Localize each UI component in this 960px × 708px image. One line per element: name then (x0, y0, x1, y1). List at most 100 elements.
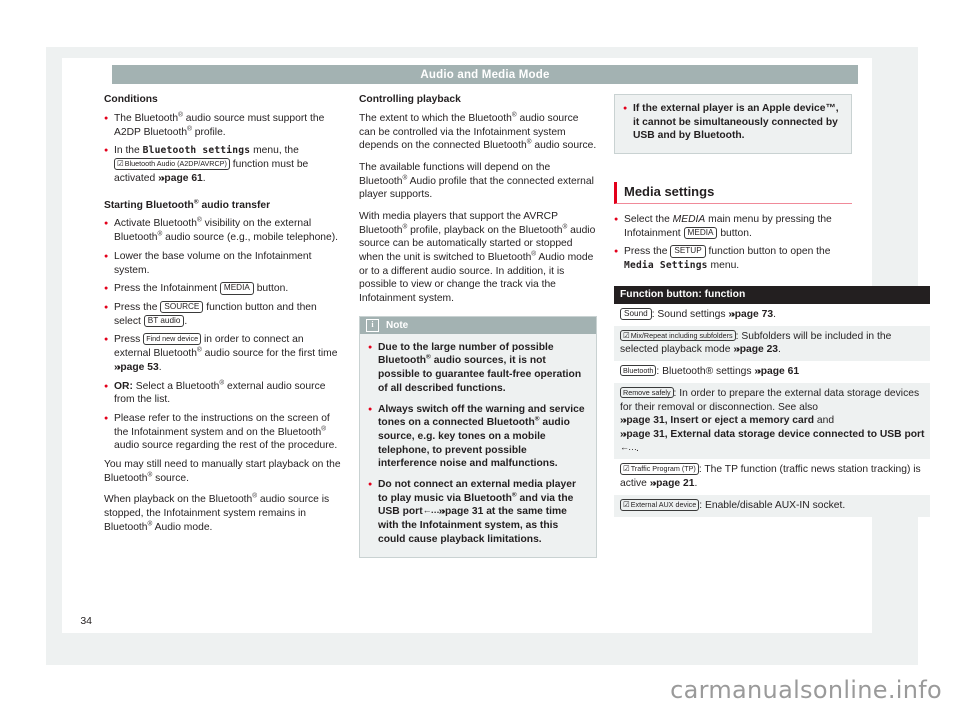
checkbox-icon: ☑ (623, 330, 630, 340)
paragraph-available-functions: The available functions will depend on t… (359, 161, 597, 202)
find-new-device-chip[interactable]: Find new device (143, 333, 202, 345)
text-run: . (184, 315, 188, 327)
bt-audio-button-chip[interactable]: BT audio (143, 314, 185, 328)
list-item: Due to the large number of possible Blue… (368, 341, 588, 396)
right-column: If the external player is an Apple devic… (614, 94, 931, 558)
page-reference: »› page 61 (158, 172, 203, 184)
page-ref-label: page 61 (760, 366, 800, 378)
text-run: . (694, 478, 698, 490)
sound-button-chip[interactable]: Sound (620, 307, 652, 321)
text-run: button. (253, 283, 289, 295)
starting-bullet-list: Activate Bluetooth® visibility on the ex… (104, 217, 342, 453)
text-run: Press the (114, 301, 161, 313)
page-ref-label: page 23 (739, 344, 779, 356)
media-settings-bullet-list: Select the MEDIA main menu by pressing t… (614, 213, 852, 273)
page-ref-label: page 31, Insert or eject a memory card (626, 415, 815, 427)
page-reference: »› page 31 (439, 505, 484, 518)
text-run: Select a Bluetooth (132, 380, 220, 392)
conditions-bullet-list: The Bluetooth® audio source must support… (104, 112, 342, 186)
left-column: Conditions The Bluetooth® audio source m… (104, 94, 342, 558)
chevron-right-icon: »› (754, 365, 761, 378)
page-ref-label: page 73 (734, 308, 774, 320)
heading-starting-bt-transfer: Starting Bluetooth® audio transfer (104, 198, 342, 213)
table-row: Bluetooth: Bluetooth® settings »› page 61 (614, 361, 931, 384)
text-run: button. (717, 227, 752, 239)
table-row: ☑Mix/Repeat including subfolders: Subfol… (614, 325, 931, 362)
apple-note-bullet-list: If the external player is an Apple devic… (623, 102, 843, 143)
page-ref-label: page 31, External data storage device co… (626, 429, 925, 441)
chip-label: Find new device (146, 334, 199, 344)
list-item: If the external player is an Apple devic… (623, 102, 843, 143)
chip-label: SETUP (674, 246, 702, 256)
note-title: Note (386, 319, 409, 331)
menu-name: MEDIA (672, 214, 706, 226)
note-box: i Note Due to the large number of possib… (359, 315, 597, 558)
table-cell: Sound: Sound settings »› page 73. (614, 303, 931, 326)
list-item: Press the SETUP function button to open … (614, 245, 852, 272)
setup-button-chip[interactable]: SETUP (670, 245, 706, 258)
page-reference: »› page 61 (754, 365, 800, 378)
table-row: ☑Traffic Program (TP): The TP function (… (614, 459, 931, 495)
list-item: Select the MEDIA main menu by pressing t… (614, 213, 852, 240)
text-run: . (636, 442, 639, 454)
table-cell: ☑Traffic Program (TP): The TP function (… (614, 459, 931, 495)
media-button-chip[interactable]: MEDIA (219, 282, 254, 295)
text-run: You may still need to manually start pla… (104, 459, 341, 484)
chevron-right-icon: »› (620, 428, 627, 441)
watermark: carmanualsonline.info (670, 676, 942, 704)
text-run: . (778, 344, 781, 356)
text-run: audio source. (531, 140, 597, 152)
text-run: Press the Infotainment (114, 283, 220, 295)
note-body: Due to the large number of possible Blue… (360, 334, 596, 557)
external-aux-device-chip[interactable]: ☑External AUX device (620, 498, 700, 511)
bluetooth-button-chip[interactable]: Bluetooth (620, 365, 657, 377)
mix-repeat-subfolders-chip[interactable]: ☑Mix/Repeat including subfolders (620, 329, 736, 342)
text-run: profile. (191, 126, 226, 138)
table-cell: ☑Mix/Repeat including subfolders: Subfol… (614, 325, 931, 362)
chip-label: MEDIA (687, 227, 714, 237)
chip-label: MEDIA (223, 283, 250, 293)
apple-device-note-box: If the external player is an Apple devic… (614, 94, 852, 155)
text-run: . (202, 172, 206, 184)
list-item: In the Bluetooth settings menu, the ☑Blu… (104, 144, 342, 185)
list-item: Press the SOURCE function button and the… (104, 300, 342, 328)
page-ref-label: page 21 (656, 478, 695, 490)
running-header-title: Audio and Media Mode (420, 68, 550, 81)
checkbox-icon: ☑ (117, 158, 124, 168)
chip-label: BT audio (147, 315, 181, 325)
paragraph-playback-stopped: When playback on the Bluetooth® audio so… (104, 493, 342, 534)
three-column-layout: Conditions The Bluetooth® audio source m… (104, 94, 931, 558)
page-ref-label: page 31 (444, 506, 484, 518)
paragraph-extent-control: The extent to which the Bluetooth® audio… (359, 112, 597, 153)
text-run: profile, playback on the Bluetooth (407, 224, 563, 236)
chevron-right-icon: »› (114, 360, 121, 373)
chip-label: Bluetooth (623, 366, 654, 376)
heading-controlling-playback: Controlling playback (359, 94, 461, 105)
chip-label: Bluetooth Audio (A2DP/AVRCP) (124, 158, 227, 168)
list-item: Lower the base volume on the Infotainmen… (104, 250, 342, 277)
media-button-chip[interactable]: MEDIA (683, 226, 718, 240)
chevron-right-icon: »› (733, 343, 740, 356)
list-item: Activate Bluetooth® visibility on the ex… (104, 217, 342, 244)
text-run: When playback on the Bluetooth (104, 494, 253, 506)
remove-safely-chip[interactable]: Remove safely (620, 387, 674, 399)
list-item: The Bluetooth® audio source must support… (104, 112, 342, 139)
function-button-chip[interactable]: ☑Bluetooth Audio (A2DP/AVRCP) (114, 157, 230, 170)
table-cell: ☑External AUX device: Enable/disable AUX… (614, 494, 931, 517)
function-button-table: Function button: function Sound: Sound s… (614, 285, 931, 517)
table-cell: Remove safely: In order to prepare the e… (614, 383, 931, 460)
page-number: 34 (80, 615, 92, 627)
source-button-chip[interactable]: SOURCE (160, 300, 204, 314)
list-item: Press Find new device in order to connec… (104, 333, 342, 374)
heading-conditions: Conditions (104, 94, 158, 105)
table-row: ☑External AUX device: Enable/disable AUX… (614, 494, 931, 517)
checkbox-icon: ☑ (623, 464, 630, 474)
chip-label: External AUX device (630, 499, 697, 509)
page-reference: »› page 23 (733, 343, 779, 356)
text-run: . (773, 308, 776, 320)
note-bullet-list: Due to the large number of possible Blue… (368, 341, 588, 547)
page-reference: »› page 73 (728, 308, 774, 320)
middle-column: Controlling playback The extent to which… (359, 94, 597, 558)
chevron-right-icon: »› (620, 414, 627, 427)
traffic-program-chip[interactable]: ☑Traffic Program (TP) (620, 463, 699, 476)
